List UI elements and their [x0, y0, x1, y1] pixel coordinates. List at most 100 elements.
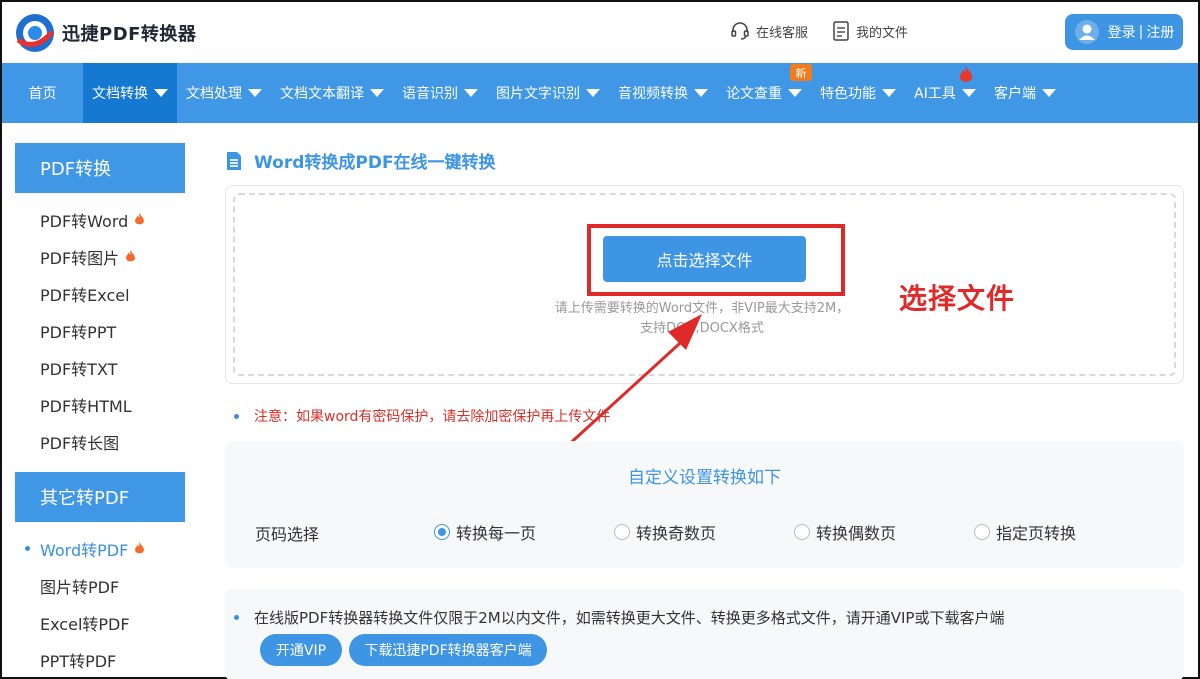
sidebar-item-word-to-pdf[interactable]: Word转PDF [15, 530, 185, 567]
radio-label: 转换每一页 [456, 524, 537, 543]
sidebar-item-excel-to-pdf[interactable]: Excel转PDF [15, 604, 185, 641]
online-service-link[interactable]: 在线客服 [730, 21, 808, 41]
nav-label: 文档文本翻译 [280, 86, 364, 102]
radio-convert-even-pages[interactable]: 转换偶数页 [794, 520, 896, 544]
chevron-down-icon [694, 89, 708, 97]
chevron-down-icon [788, 89, 802, 97]
my-files-label: 我的文件 [856, 25, 909, 41]
bullet-dot [234, 413, 239, 419]
nav-label: 客户端 [994, 86, 1036, 102]
sidebar-item-label: 图片转PDF [40, 577, 120, 597]
flame-icon [959, 66, 973, 82]
page-title: Word转换成PDF在线一键转换 [224, 148, 496, 173]
sidebar-item-label: PDF转TXT [40, 359, 118, 379]
sidebar-item-label: PDF转PPT [40, 322, 117, 342]
register-label: 注册 [1146, 25, 1175, 41]
sidebar: PDF转换 PDF转Word PDF转图片 PDF转Excel PDF转PPT … [15, 143, 185, 679]
nav-label: 特色功能 [820, 86, 876, 102]
main-nav: 首页 文档转换 文档处理 文档文本翻译 语音识别 图片文字识别 音视频转换 论文… [2, 63, 1198, 123]
login-separator: | [1138, 24, 1144, 40]
nav-item-client[interactable]: 客户端 [985, 63, 1065, 123]
sidebar-item-pdf-to-long-image[interactable]: PDF转长图 [15, 423, 185, 460]
sidebar-section-other-to-pdf: 其它转PDF [15, 472, 185, 522]
my-files-link[interactable]: 我的文件 [832, 21, 908, 41]
sidebar-item-image-to-pdf[interactable]: 图片转PDF [15, 567, 185, 604]
user-avatar-icon [1074, 20, 1099, 44]
radio-button-icon [614, 524, 630, 540]
nav-label: 首页 [28, 86, 57, 102]
sidebar-item-pdf-to-ppt[interactable]: PDF转PPT [15, 312, 185, 349]
sidebar-item-pdf-to-image[interactable]: PDF转图片 [15, 238, 185, 275]
sidebar-item-pdf-to-txt[interactable]: PDF转TXT [15, 349, 185, 386]
upload-hint-line1: 请上传需要转换的Word文件，非VIP最大支持2M， [554, 301, 850, 316]
headset-icon [731, 22, 749, 40]
document-icon [227, 151, 241, 170]
nav-label: 图片文字识别 [496, 86, 580, 102]
sidebar-item-label: PDF转图片 [40, 248, 120, 268]
nav-item-av-convert[interactable]: 音视频转换 [609, 63, 717, 123]
radio-convert-specified-pages[interactable]: 指定页转换 [974, 520, 1076, 544]
login-register-button[interactable]: 登录 | 注册 [1065, 14, 1183, 50]
radio-button-icon [974, 524, 990, 540]
nav-item-doc-process[interactable]: 文档处理 [177, 63, 271, 123]
vip-promo-message: 在线版PDF转换器转换文件仅限于2M以内文件，如需转换更大文件、转换更多格式文件… [234, 607, 1004, 628]
sidebar-item-label: PDF转长图 [40, 433, 120, 453]
brand-name: 迅捷PDF转换器 [62, 24, 197, 45]
brand-logo[interactable]: 迅捷PDF转换器 [14, 12, 196, 54]
nav-item-doc-translate[interactable]: 文档文本翻译 [271, 63, 393, 123]
vip-promo-panel: 在线版PDF转换器转换文件仅限于2M以内文件，如需转换更大文件、转换更多格式文件… [225, 589, 1184, 679]
chevron-down-icon [154, 89, 168, 97]
vip-promo-text: 在线版PDF转换器转换文件仅限于2M以内文件，如需转换更大文件、转换更多格式文件… [254, 609, 1005, 627]
nav-item-home[interactable]: 首页 [2, 63, 83, 123]
sidebar-item-ppt-to-pdf[interactable]: PPT转PDF [15, 641, 185, 678]
login-label: 登录 [1107, 25, 1136, 41]
sidebar-list-other-to-pdf: Word转PDF 图片转PDF Excel转PDF PPT转PDF [15, 522, 185, 679]
sidebar-item-label: PDF转Word [40, 211, 129, 231]
page-title-text: Word转换成PDF在线一键转换 [254, 153, 496, 173]
sidebar-item-label: PPT转PDF [40, 651, 117, 671]
chevron-down-icon [370, 89, 384, 97]
chevron-down-icon [586, 89, 600, 97]
annotation-label: 选择文件 [899, 282, 1016, 315]
sidebar-item-label: PDF转HTML [40, 396, 132, 416]
document-list-icon [833, 21, 849, 41]
upload-hint-line2: 支持DOC,DOCX格式 [640, 321, 764, 336]
nav-item-doc-convert[interactable]: 文档转换 [83, 63, 177, 123]
radio-convert-odd-pages[interactable]: 转换奇数页 [614, 520, 716, 544]
sidebar-item-pdf-to-excel[interactable]: PDF转Excel [15, 275, 185, 312]
nav-label: 文档处理 [186, 86, 242, 102]
new-badge: 新 [790, 64, 812, 81]
nav-label: 音视频转换 [618, 86, 688, 102]
conversion-settings-panel: 自定义设置转换如下 页码选择 转换每一页 转换奇数页 转换偶数页 指定页转换 [225, 441, 1184, 568]
radio-convert-every-page[interactable]: 转换每一页 [434, 520, 536, 544]
settings-title: 自定义设置转换如下 [628, 468, 781, 488]
chevron-down-icon [961, 89, 976, 97]
chevron-down-icon [248, 89, 262, 97]
nav-label: 语音识别 [402, 86, 458, 102]
nav-label: AI工具 [914, 86, 956, 102]
sidebar-item-pdf-to-word[interactable]: PDF转Word [15, 201, 185, 238]
flame-icon [126, 250, 136, 262]
logo-icon [16, 14, 54, 52]
radio-button-icon [434, 524, 450, 540]
flame-icon [135, 213, 145, 225]
flame-icon [135, 542, 145, 554]
nav-item-featured[interactable]: 特色功能 [811, 63, 905, 123]
sidebar-item-pdf-to-html[interactable]: PDF转HTML [15, 386, 185, 423]
nav-item-image-ocr[interactable]: 图片文字识别 [487, 63, 609, 123]
online-service-label: 在线客服 [756, 25, 809, 41]
sidebar-item-label: Word转PDF [40, 540, 129, 560]
top-header: 迅捷PDF转换器 在线客服 我的文件 登录 | 注册 [2, 2, 1198, 63]
sidebar-item-label: PDF转Excel [40, 285, 130, 305]
open-vip-button[interactable]: 开通VIP [260, 634, 342, 666]
password-notice: 注意：如果word有密码保护，请去除加密保护再上传文件 [234, 406, 610, 426]
password-notice-text: 注意：如果word有密码保护，请去除加密保护再上传文件 [254, 409, 611, 425]
nav-label: 文档转换 [92, 86, 148, 102]
nav-item-speech-recognition[interactable]: 语音识别 [393, 63, 487, 123]
radio-label: 转换奇数页 [636, 524, 717, 543]
choose-file-button[interactable]: 点击选择文件 [603, 236, 806, 282]
upload-hint: 请上传需要转换的Word文件，非VIP最大支持2M， 支持DOC,DOCX格式 [522, 299, 882, 339]
radio-label: 指定页转换 [996, 524, 1077, 543]
download-client-button[interactable]: 下载迅捷PDF转换器客户端 [349, 634, 547, 666]
chevron-down-icon [464, 89, 478, 97]
